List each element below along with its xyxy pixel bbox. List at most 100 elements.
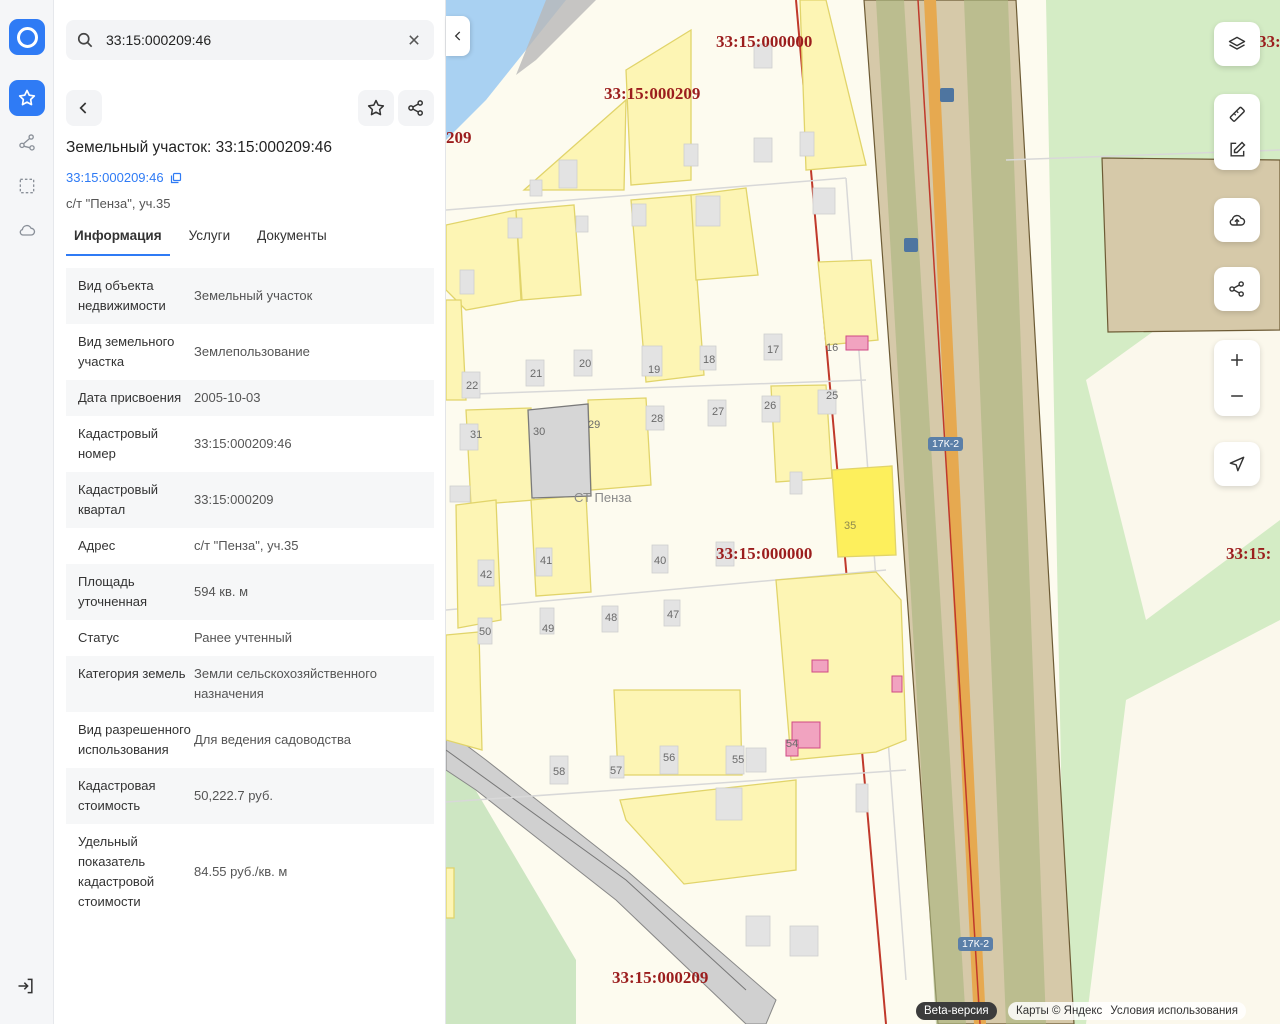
chevron-left-icon <box>79 102 87 114</box>
property-row: Кадастровый номер 33:15:000209:46 <box>66 416 434 472</box>
terms-link[interactable]: Условия использования <box>1110 1002 1238 1020</box>
nodes-icon <box>19 134 35 151</box>
property-row: Кадастровая стоимость 50,222.7 руб. <box>66 768 434 824</box>
property-key: Кадастровый квартал <box>78 482 159 517</box>
property-key: Дата присвоения <box>78 390 182 405</box>
zoom-controls <box>1214 340 1260 416</box>
map-canvas[interactable]: 33:15:000000 33:15:000209 209 33:15:0000… <box>446 0 1280 1024</box>
add-favorite-button[interactable] <box>358 90 394 126</box>
property-key: Вид разрешенного использования <box>78 722 191 757</box>
property-row: Площадь уточненная 594 кв. м <box>66 564 434 620</box>
minus-icon <box>1231 395 1243 397</box>
measure-tools <box>1214 94 1260 170</box>
star-icon <box>18 89 36 106</box>
tab-info[interactable]: Информация <box>66 222 170 256</box>
property-row: Категория земель Земли сельскохозяйственн… <box>66 656 434 712</box>
ruler-button[interactable] <box>1214 96 1260 132</box>
favorites-button[interactable] <box>9 80 45 116</box>
collapse-panel-button[interactable] <box>446 16 470 56</box>
share-button[interactable] <box>398 90 434 126</box>
property-key: Категория земель <box>78 666 186 681</box>
property-key: Удельный показатель кадастровой стоимост… <box>78 834 155 909</box>
cloud-upload-icon <box>1229 214 1246 226</box>
property-key: Статус <box>78 630 120 645</box>
address-subtitle: с/т "Пенза", уч.35 <box>66 196 171 211</box>
left-rail <box>0 0 54 1024</box>
selected-parcel[interactable] <box>831 465 897 558</box>
property-value: Ранее учтенный <box>194 630 292 645</box>
property-row: Дата присвоения 2005-10-03 <box>66 380 434 416</box>
layers-tool <box>1214 22 1260 66</box>
map-base <box>446 0 1280 1024</box>
beta-badge: Beta-версия <box>916 1002 997 1020</box>
property-row: Удельный показатель кадастровой стоимост… <box>66 824 434 920</box>
property-value: Земли сельскохозяйственного назначения <box>194 666 377 701</box>
search-input[interactable] <box>106 32 396 48</box>
property-key: Вид земельного участка <box>78 334 175 369</box>
tabs: Информация Услуги Документы <box>66 222 434 256</box>
plus-icon <box>1231 354 1243 366</box>
property-row: Кадастровый квартал 33:15:000209 <box>66 472 434 528</box>
area-select-button[interactable] <box>9 168 45 204</box>
info-panel: Земельный участок: 33:15:000209:46 33:15… <box>54 0 446 1024</box>
cloud-icon <box>19 224 36 236</box>
property-row: Вид разрешенного использования Для ведени… <box>66 712 434 768</box>
property-value: Земельный участок <box>194 288 313 303</box>
ruler-icon <box>1229 106 1245 122</box>
property-key: Кадастровая стоимость <box>78 778 156 813</box>
property-key: Кадастровый номер <box>78 426 159 461</box>
property-value: 84.55 руб./кв. м <box>194 864 288 879</box>
property-key: Вид объекта недвижимости <box>78 278 166 313</box>
properties-table: Вид объекта недвижимости Земельный участо… <box>66 268 434 920</box>
property-row: Адрес с/т "Пенза", уч.35 <box>66 528 434 564</box>
locate-button[interactable] <box>1214 442 1260 486</box>
tab-services[interactable]: Услуги <box>181 222 239 256</box>
edit-icon <box>1230 141 1246 157</box>
property-value: Для ведения садоводства <box>194 732 351 747</box>
yandex-credit: Карты © Яндекс <box>1016 1005 1103 1017</box>
property-value: с/т "Пенза", уч.35 <box>194 538 299 553</box>
clear-search-icon[interactable] <box>404 30 424 50</box>
copy-icon[interactable] <box>170 172 182 184</box>
map-credits: Карты © Яндекс Условия использования <box>1008 1002 1246 1020</box>
chevron-left-icon <box>454 31 461 41</box>
property-value: 50,222.7 руб. <box>194 788 274 803</box>
cadastral-link[interactable]: 33:15:000209:46 <box>66 170 182 185</box>
cloud-button[interactable] <box>9 212 45 248</box>
layers-icon <box>1228 36 1246 50</box>
navigation-arrow-icon <box>1229 456 1245 472</box>
upload-button[interactable] <box>1214 198 1260 242</box>
back-button[interactable] <box>66 90 102 126</box>
zoom-in-button[interactable] <box>1214 342 1260 378</box>
share-map-tool <box>1214 267 1260 311</box>
parcel-grey <box>527 403 592 499</box>
app-logo-icon[interactable] <box>9 19 45 55</box>
property-row: Вид земельного участка Землепользование <box>66 324 434 380</box>
upload-tool <box>1214 198 1260 242</box>
cadastral-link-text[interactable]: 33:15:000209:46 <box>66 170 164 185</box>
share-icon <box>1229 281 1244 297</box>
share-map-button[interactable] <box>1214 267 1260 311</box>
property-key: Адрес <box>78 538 116 553</box>
route-tool-button[interactable] <box>9 124 45 160</box>
property-key: Площадь уточненная <box>78 574 148 609</box>
locate-tool <box>1214 442 1260 486</box>
star-icon <box>367 99 385 116</box>
property-row: Вид объекта недвижимости Земельный участо… <box>66 268 434 324</box>
edit-button[interactable] <box>1214 132 1260 168</box>
property-value: 2005-10-03 <box>194 390 261 405</box>
tab-documents[interactable]: Документы <box>249 222 335 256</box>
logout-icon[interactable] <box>16 976 36 996</box>
search-icon <box>77 32 93 48</box>
layers-button[interactable] <box>1214 22 1260 66</box>
search-bar <box>66 20 434 60</box>
property-value: 33:15:000209 <box>194 492 274 507</box>
page-title: Земельный участок: 33:15:000209:46 <box>66 139 333 156</box>
dashed-square-icon <box>19 178 35 194</box>
property-value: 594 кв. м <box>194 584 249 599</box>
share-icon <box>408 100 423 116</box>
property-value: Землепользование <box>194 344 310 359</box>
zoom-out-button[interactable] <box>1214 378 1260 414</box>
property-value: 33:15:000209:46 <box>194 436 292 451</box>
property-row: Статус Ранее учтенный <box>66 620 434 656</box>
